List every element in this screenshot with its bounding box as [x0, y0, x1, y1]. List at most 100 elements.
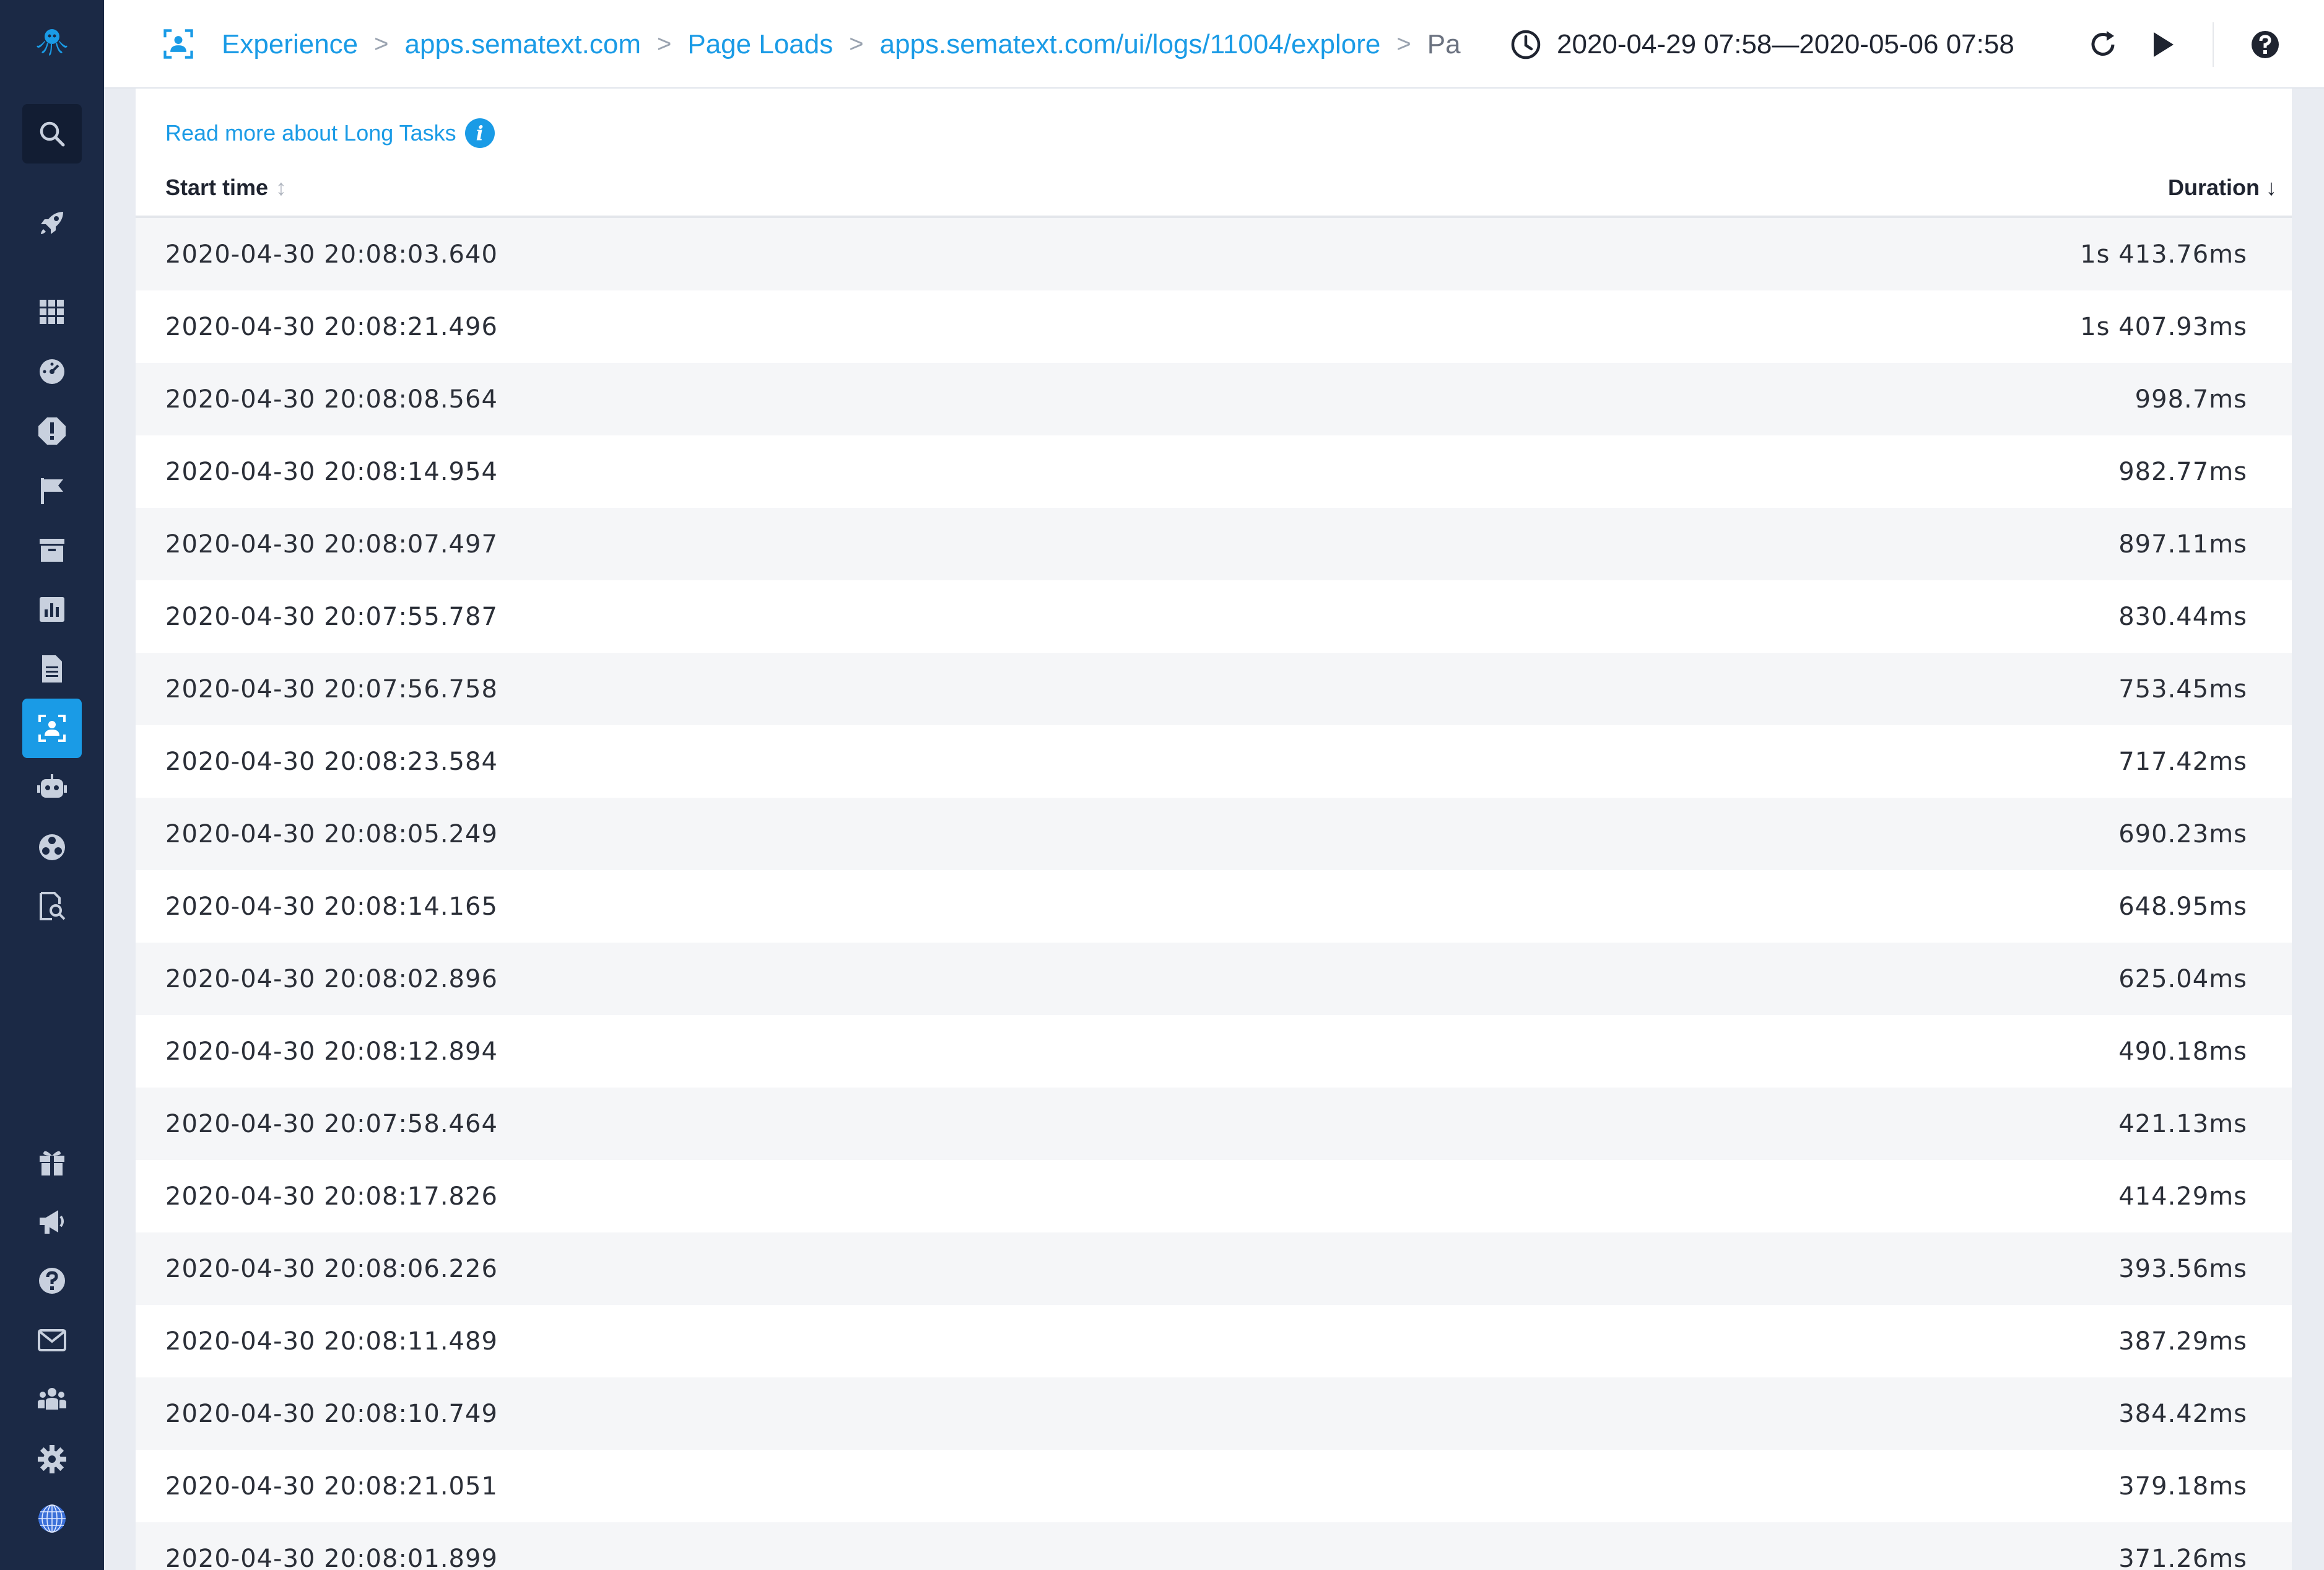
table-row[interactable]: 2020-04-30 20:08:11.489 387.29ms — [136, 1305, 2292, 1377]
breadcrumb-separator: > — [657, 30, 672, 58]
row-start-time: 2020-04-30 20:08:11.489 — [165, 1327, 498, 1356]
table-row[interactable]: 2020-04-30 20:08:01.899 371.26ms — [136, 1522, 2292, 1570]
table-row[interactable]: 2020-04-30 20:08:07.497 897.11ms — [136, 508, 2292, 580]
alert-icon[interactable] — [22, 401, 82, 461]
announcements-icon[interactable] — [22, 1192, 82, 1251]
row-start-time: 2020-04-30 20:08:14.954 — [165, 457, 498, 486]
table-row[interactable]: 2020-04-30 20:08:10.749 384.42ms — [136, 1377, 2292, 1450]
globe-avatar-icon[interactable] — [22, 1489, 82, 1548]
row-duration: 690.23ms — [2118, 819, 2247, 848]
breadcrumb-separator: > — [374, 30, 389, 58]
table-row[interactable]: 2020-04-30 20:08:06.226 393.56ms — [136, 1232, 2292, 1305]
bot-icon[interactable] — [22, 758, 82, 818]
inbox-icon[interactable] — [22, 520, 82, 580]
logs-icon[interactable] — [22, 639, 82, 699]
row-duration: 490.18ms — [2118, 1037, 2247, 1066]
breadcrumb-experience[interactable]: Experience — [222, 29, 358, 60]
long-tasks-panel: Read more about Long Tasks i Start time … — [136, 89, 2292, 1570]
table-row[interactable]: 2020-04-30 20:07:58.464 421.13ms — [136, 1088, 2292, 1160]
table-row[interactable]: 2020-04-30 20:08:08.564 998.7ms — [136, 363, 2292, 435]
help-button[interactable] — [2248, 27, 2283, 62]
table-row[interactable]: 2020-04-30 20:07:55.787 830.44ms — [136, 580, 2292, 653]
table-row[interactable]: 2020-04-30 20:08:23.584 717.42ms — [136, 725, 2292, 798]
experience-icon[interactable] — [22, 699, 82, 758]
table-row[interactable]: 2020-04-30 20:08:14.165 648.95ms — [136, 870, 2292, 943]
experience-crumb-icon[interactable] — [161, 27, 196, 61]
table-row[interactable]: 2020-04-30 20:08:03.640 1s 413.76ms — [136, 218, 2292, 290]
row-start-time: 2020-04-30 20:07:56.758 — [165, 674, 498, 704]
help-icon[interactable] — [22, 1251, 82, 1311]
flag-icon[interactable] — [22, 461, 82, 520]
row-duration: 421.13ms — [2118, 1109, 2247, 1138]
row-start-time: 2020-04-30 20:08:23.584 — [165, 747, 498, 776]
clock-icon — [1511, 30, 1541, 59]
row-duration: 1s 407.93ms — [2080, 312, 2247, 341]
row-start-time: 2020-04-30 20:08:10.749 — [165, 1399, 498, 1428]
row-start-time: 2020-04-30 20:08:08.564 — [165, 385, 498, 414]
breadcrumb-page-loads[interactable]: Page Loads — [687, 29, 833, 60]
long-tasks-table: 2020-04-30 20:08:03.640 1s 413.76ms 2020-0… — [136, 218, 2292, 1570]
time-range-label: 2020-04-29 07:58—2020-05-06 07:58 — [1557, 28, 2014, 59]
sidebar — [0, 0, 104, 1570]
table-row[interactable]: 2020-04-30 20:08:21.051 379.18ms — [136, 1450, 2292, 1522]
breadcrumb-app[interactable]: apps.sematext.com — [405, 29, 642, 60]
row-start-time: 2020-04-30 20:08:21.051 — [165, 1472, 498, 1501]
header-divider — [2213, 22, 2214, 67]
table-row[interactable]: 2020-04-30 20:08:17.826 414.29ms — [136, 1160, 2292, 1232]
dashboard-icon[interactable] — [22, 342, 82, 401]
read-more-long-tasks-link[interactable]: Read more about Long Tasks i — [165, 118, 495, 148]
row-start-time: 2020-04-30 20:08:07.497 — [165, 530, 498, 559]
row-start-time: 2020-04-30 20:08:14.165 — [165, 892, 498, 921]
read-more-label: Read more about Long Tasks — [165, 120, 456, 146]
play-icon — [2154, 32, 2174, 57]
info-icon: i — [464, 118, 495, 148]
row-duration: 371.26ms — [2118, 1544, 2247, 1570]
breadcrumb-url[interactable]: apps.sematext.com/ui/logs/11004/explore — [880, 29, 1381, 60]
row-duration: 897.11ms — [2118, 530, 2247, 559]
settings-icon[interactable] — [22, 1429, 82, 1489]
row-duration: 384.42ms — [2118, 1399, 2247, 1428]
row-start-time: 2020-04-30 20:08:01.899 — [165, 1544, 498, 1570]
mail-icon[interactable] — [22, 1311, 82, 1370]
row-duration: 753.45ms — [2118, 674, 2247, 704]
integrations-icon[interactable] — [22, 818, 82, 877]
table-row[interactable]: 2020-04-30 20:08:14.954 982.77ms — [136, 435, 2292, 508]
octopus-logo[interactable] — [22, 12, 82, 72]
row-start-time: 2020-04-30 20:08:21.496 — [165, 312, 498, 341]
column-header-duration[interactable]: Duration ↓ — [2168, 169, 2277, 206]
row-duration: 982.77ms — [2118, 457, 2247, 486]
row-duration: 393.56ms — [2118, 1254, 2247, 1283]
play-button[interactable] — [2145, 27, 2180, 62]
row-start-time: 2020-04-30 20:08:17.826 — [165, 1182, 498, 1211]
refresh-icon — [2091, 31, 2115, 56]
row-duration: 648.95ms — [2118, 892, 2247, 921]
gift-icon[interactable] — [22, 1132, 82, 1192]
apps-grid-icon[interactable] — [22, 282, 82, 342]
help-circle-icon — [2252, 31, 2279, 58]
search-icon[interactable] — [22, 104, 82, 164]
refresh-button[interactable] — [2086, 27, 2120, 62]
table-row[interactable]: 2020-04-30 20:08:12.894 490.18ms — [136, 1015, 2292, 1088]
row-duration: 1s 413.76ms — [2080, 240, 2247, 269]
row-duration: 625.04ms — [2118, 964, 2247, 993]
row-start-time: 2020-04-30 20:08:03.640 — [165, 240, 498, 269]
table-row[interactable]: 2020-04-30 20:07:56.758 753.45ms — [136, 653, 2292, 725]
breadcrumb-current: Pa — [1427, 28, 1461, 59]
breadcrumb-separator: > — [1396, 30, 1411, 58]
row-duration: 830.44ms — [2118, 602, 2247, 631]
time-range-picker[interactable]: 2020-04-29 07:58—2020-05-06 07:58 — [1510, 0, 2014, 89]
reports-icon[interactable] — [22, 580, 82, 639]
column-header-start-time[interactable]: Start time ↕ — [165, 169, 287, 206]
table-row[interactable]: 2020-04-30 20:08:05.249 690.23ms — [136, 798, 2292, 870]
table-row[interactable]: 2020-04-30 20:08:02.896 625.04ms — [136, 943, 2292, 1015]
row-duration: 998.7ms — [2135, 385, 2247, 414]
table-row[interactable]: 2020-04-30 20:08:21.496 1s 407.93ms — [136, 290, 2292, 363]
breadcrumb-separator: > — [849, 30, 864, 58]
rocket-icon[interactable] — [22, 193, 82, 253]
explore-icon[interactable] — [22, 877, 82, 936]
team-icon[interactable] — [22, 1370, 82, 1429]
row-start-time: 2020-04-30 20:07:58.464 — [165, 1109, 498, 1138]
row-start-time: 2020-04-30 20:08:05.249 — [165, 819, 498, 848]
row-start-time: 2020-04-30 20:08:02.896 — [165, 964, 498, 993]
breadcrumb: Experience > apps.sematext.com > Page Lo… — [222, 0, 1590, 89]
